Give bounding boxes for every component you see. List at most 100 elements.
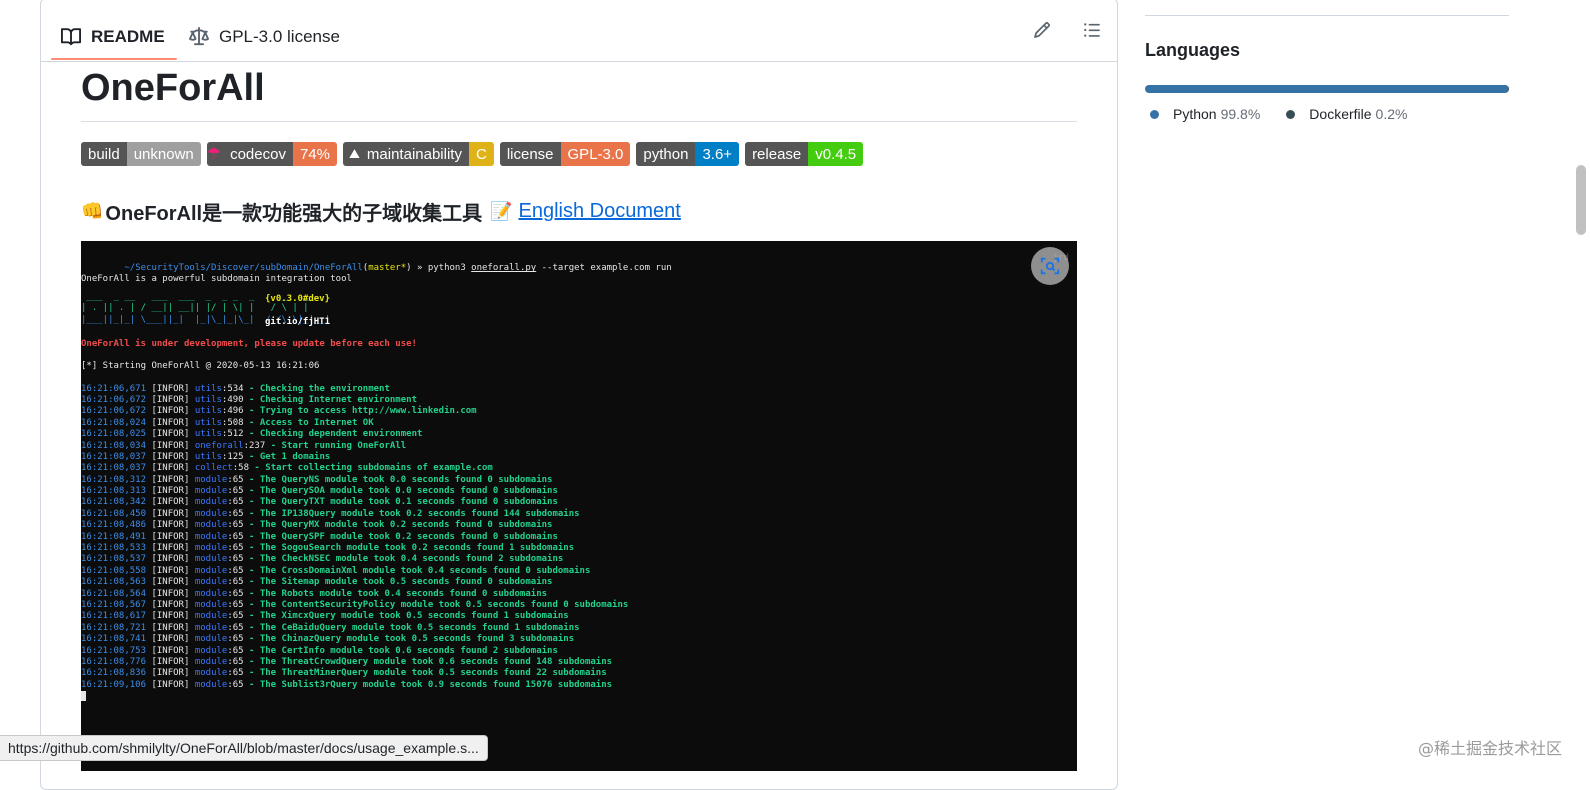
language-bar-segment[interactable] (1145, 85, 1509, 93)
book-icon (61, 28, 81, 46)
scrollbar[interactable] (1572, 0, 1590, 771)
scrollbar-thumb[interactable] (1576, 165, 1586, 235)
log-lvl: [INFOR] (151, 679, 190, 690)
tab-readme-label: README (91, 27, 165, 46)
log-mod: utils (194, 429, 222, 440)
log-line: 16:21:08,450 [INFOR] module:65 - The IP1… (81, 509, 1077, 520)
ascii-banner: ___ _ __ ___ ___ _ _ _ _ _ __ | . || . |… (81, 292, 1077, 328)
log-line: 16:21:08,034 [INFOR] oneforall:237 - Sta… (81, 441, 1077, 452)
codeclimate-icon: ⛰ (343, 142, 360, 166)
readme-content: OneForAll build unknown ☂ codecov 74% ⛰ mainta… (81, 61, 1077, 771)
badge-value: GPL-3.0 (560, 142, 631, 166)
log-mod: oneforall (194, 440, 244, 451)
badge-release[interactable]: release v0.4.5 (745, 142, 864, 166)
log-line: 16:21:08,537 [INFOR] module:65 - The Che… (81, 554, 1077, 565)
banner-version: {v0.3.0#dev} (265, 293, 331, 304)
readme-title: OneForAll (81, 61, 1077, 122)
log-msg: - The QuerySPF module took 0.2 seconds f… (243, 531, 558, 542)
badge-label: build (81, 142, 127, 166)
badge-codecov[interactable]: ☂ codecov 74% (206, 142, 337, 166)
log-mod: utils (194, 383, 222, 394)
log-lvl: [INFOR] (151, 622, 190, 633)
badge-value: 3.6+ (695, 142, 740, 166)
badge-license[interactable]: license GPL-3.0 (499, 142, 631, 166)
log-ts: 16:21:08,486 (81, 520, 147, 531)
language-dot-icon (1286, 109, 1296, 119)
terminal-screenshot[interactable]: ~/SecurityTools/Discover/subDomain/OneFo… (81, 241, 1077, 771)
log-ln: :65 (227, 577, 244, 588)
tab-readme[interactable]: README (51, 17, 177, 60)
log-mod: module (194, 634, 228, 645)
badge-label: codecov (224, 142, 293, 166)
pencil-icon (1034, 22, 1050, 38)
log-lvl: [INFOR] (151, 474, 190, 485)
visual-search-button[interactable] (1031, 247, 1069, 285)
language-name: Python (1173, 106, 1217, 122)
log-mod: utils (194, 394, 222, 405)
log-ln: :65 (227, 668, 244, 679)
log-line: 16:21:09,106 [INFOR] module:65 - The Sub… (81, 680, 1077, 691)
log-ln: :125 (221, 451, 244, 462)
language-item[interactable]: Dockerfile 0.2% (1286, 106, 1407, 122)
log-msg: - Checking dependent environment (243, 429, 423, 440)
log-ts: 16:21:09,106 (81, 679, 147, 690)
badge-label: release (745, 142, 809, 166)
prompt-branch: master* (368, 263, 407, 274)
log-msg: - Get 1 domains (243, 451, 331, 462)
log-lvl: [INFOR] (151, 634, 190, 645)
language-dot-icon (1150, 109, 1159, 119)
log-lvl: [INFOR] (151, 543, 190, 554)
log-lvl: [INFOR] (151, 611, 190, 622)
log-ln: :496 (221, 406, 244, 417)
badge-build[interactable]: build unknown (81, 142, 201, 166)
log-ts: 16:21:08,753 (81, 645, 147, 656)
log-ts: 16:21:08,721 (81, 622, 147, 633)
log-line: 16:21:08,836 [INFOR] module:65 - The Thr… (81, 668, 1077, 679)
badge-value: v0.4.5 (808, 142, 864, 166)
prompt-cmd-pre: » python3 (411, 263, 472, 274)
badge-maintainability[interactable]: ⛰ maintainability C (343, 142, 494, 166)
prompt-path: ~/SecurityTools/Discover/subDomain/OneFo… (124, 263, 363, 274)
log-ts: 16:21:08,024 (81, 417, 147, 428)
log-ln: :65 (227, 656, 244, 667)
memo-emoji-icon: 📝 (490, 200, 513, 221)
language-percent: 99.8% (1220, 106, 1261, 122)
log-mod: module (194, 531, 228, 542)
log-lvl: [INFOR] (151, 577, 190, 588)
log-line: 16:21:08,313 [INFOR] module:65 - The Que… (81, 486, 1077, 497)
log-msg: - The CrossDomainXml module took 0.4 sec… (243, 565, 591, 576)
log-lvl: [INFOR] (151, 417, 190, 428)
log-line: 16:21:08,024 [INFOR] utils:508 - Access … (81, 418, 1077, 429)
log-mod: module (194, 679, 228, 690)
badge-label: python (636, 142, 696, 166)
log-ts: 16:21:06,671 (81, 383, 147, 394)
log-ts: 16:21:08,567 (81, 599, 147, 610)
readme-tagline: 👊 OneForAll是一款功能强大的子域收集工具 📝 English Docu… (81, 196, 1077, 226)
log-ts: 16:21:08,312 (81, 474, 147, 485)
log-lvl: [INFOR] (151, 565, 190, 576)
log-ln: :65 (227, 497, 244, 508)
language-bar-segment[interactable] (1508, 85, 1509, 93)
log-msg: - Trying to access http://www.linkedin.c… (243, 406, 477, 417)
badge-python[interactable]: python 3.6+ (636, 142, 740, 166)
english-doc-link[interactable]: English Document (519, 200, 681, 223)
log-msg: - The QueryNS module took 0.0 seconds fo… (243, 474, 553, 485)
codecov-icon: ☂ (206, 142, 225, 166)
log-line: 16:21:08,342 [INFOR] module:65 - The Que… (81, 497, 1077, 508)
log-line: 16:21:08,486 [INFOR] module:65 - The Que… (81, 520, 1077, 531)
log-mod: module (194, 520, 228, 531)
log-lvl: [INFOR] (151, 554, 190, 565)
log-mod: module (194, 656, 228, 667)
law-icon (189, 27, 209, 46)
log-mod: module (194, 543, 228, 554)
log-ln: :65 (227, 508, 244, 519)
log-line: 16:21:08,491 [INFOR] module:65 - The Que… (81, 532, 1077, 543)
edit-button[interactable] (1031, 19, 1053, 41)
toc-button[interactable] (1081, 19, 1103, 41)
log-line: 16:21:08,563 [INFOR] module:65 - The Sit… (81, 577, 1077, 588)
log-ts: 16:21:08,342 (81, 497, 147, 508)
languages-heading: Languages (1145, 40, 1241, 60)
language-item[interactable]: Python 99.8% (1150, 106, 1260, 122)
log-ts: 16:21:08,037 (81, 463, 147, 474)
tab-license[interactable]: GPL-3.0 license (189, 17, 340, 57)
